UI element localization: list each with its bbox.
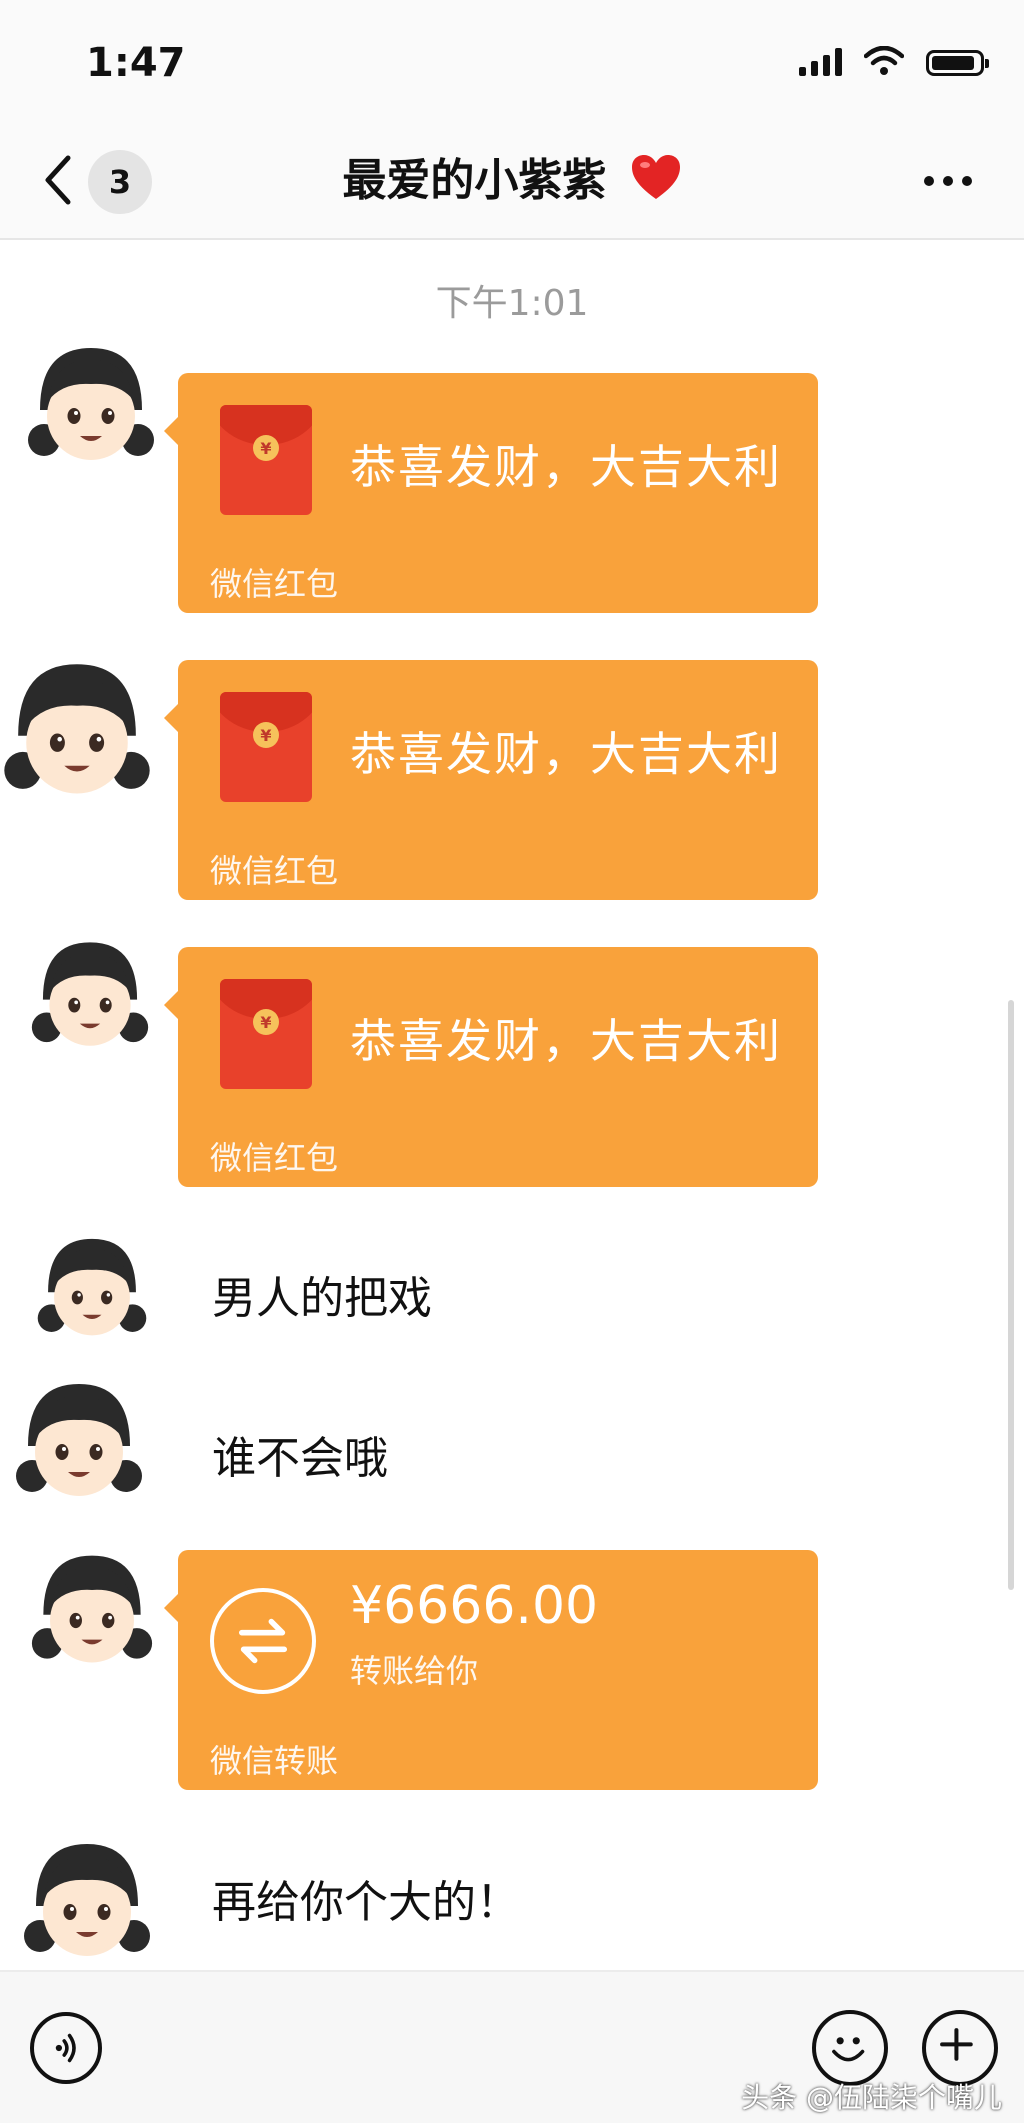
chat-title-text: 最爱的小紫紫	[342, 155, 607, 206]
red-heart-icon	[631, 155, 680, 199]
red-packet-footer: 微信红包	[210, 1139, 339, 1177]
status-time: 1:47	[86, 40, 186, 86]
red-envelope-icon: ¥	[220, 405, 312, 515]
red-packet-card[interactable]: ¥ 恭喜发财，大吉大利 微信红包	[164, 373, 818, 613]
status-bar: 1:47	[0, 0, 1024, 120]
chat-header: 3 最爱的小紫紫	[0, 120, 1024, 240]
text-message: 男人的把戏	[212, 1273, 432, 1324]
red-packet-footer: 微信红包	[210, 565, 339, 603]
contact-avatar[interactable]	[14, 1376, 144, 1506]
status-icons	[799, 46, 989, 76]
contact-avatar[interactable]	[2, 655, 152, 805]
red-packet-card[interactable]: ¥ 恭喜发财，大吉大利 微信红包	[164, 660, 818, 900]
contact-avatar[interactable]	[22, 1836, 152, 1966]
chat-title: 最爱的小紫紫	[0, 150, 1024, 212]
red-packet-card[interactable]: ¥ 恭喜发财，大吉大利 微信红包	[164, 947, 818, 1187]
scrollbar[interactable]	[1008, 1000, 1014, 1590]
red-envelope-icon: ¥	[220, 979, 312, 1089]
red-packet-title: 恭喜发财，大吉大利	[350, 440, 782, 494]
transfer-footer: 微信转账	[210, 1742, 339, 1780]
signal-icon	[799, 48, 842, 76]
plus-icon[interactable]	[922, 2010, 998, 2086]
contact-avatar[interactable]	[30, 1548, 154, 1672]
wifi-icon	[864, 46, 904, 75]
text-message: 谁不会哦	[212, 1433, 388, 1484]
transfer-note: 转账给你	[350, 1652, 479, 1690]
watermark: 头条 @伍陆柒个嘴儿	[741, 2081, 1002, 2114]
red-packet-title: 恭喜发财，大吉大利	[350, 1014, 782, 1068]
chat-timestamp: 下午1:01	[435, 283, 589, 324]
contact-avatar[interactable]	[36, 1232, 148, 1344]
voice-icon[interactable]	[30, 2012, 102, 2084]
contact-avatar[interactable]	[26, 340, 156, 470]
contact-avatar[interactable]	[30, 935, 150, 1055]
transfer-arrows-icon	[210, 1588, 316, 1694]
red-packet-footer: 微信红包	[210, 852, 339, 890]
text-message: 再给你个大的！	[212, 1877, 520, 1928]
transfer-card[interactable]: ¥6666.00 转账给你 微信转账	[164, 1550, 818, 1790]
more-dots-icon[interactable]	[924, 176, 972, 186]
emoji-icon[interactable]	[812, 2010, 888, 2086]
red-envelope-icon: ¥	[220, 692, 312, 802]
transfer-amount: ¥6666.00	[350, 1576, 599, 1636]
battery-icon	[926, 50, 989, 76]
red-packet-title: 恭喜发财，大吉大利	[350, 727, 782, 781]
